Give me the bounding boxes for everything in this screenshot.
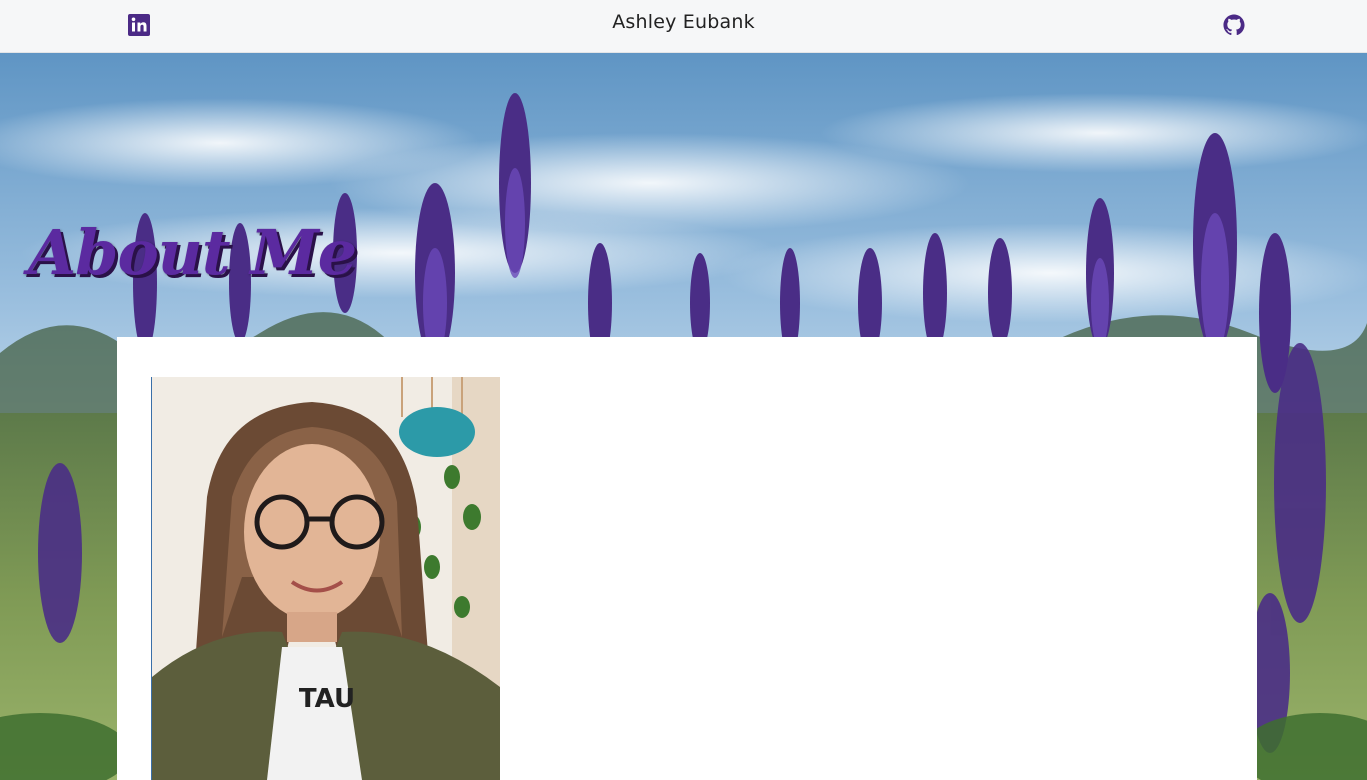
top-navbar: Ashley Eubank (0, 0, 1367, 53)
profile-photo: TAU (151, 377, 500, 780)
about-card: TAU (117, 337, 1257, 780)
svg-text:TAU: TAU (299, 684, 355, 714)
github-icon (1223, 14, 1245, 36)
profile-photo-image: TAU (152, 377, 500, 780)
page-heading: About Me (28, 216, 357, 289)
site-title[interactable]: Ashley Eubank (0, 11, 1367, 33)
github-link[interactable] (1223, 14, 1245, 36)
